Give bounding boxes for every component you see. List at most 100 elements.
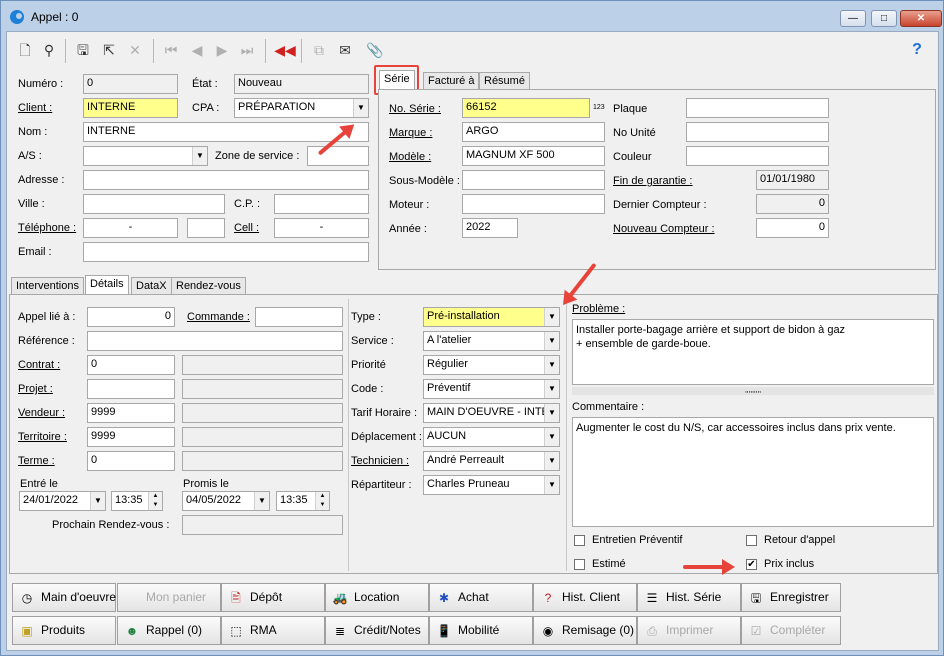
type-select[interactable]: Pré-installation ▼	[423, 307, 560, 327]
modele-label[interactable]: Modèle :	[389, 151, 431, 163]
technicien-select[interactable]: André Perreault ▼	[423, 451, 560, 471]
terme-label[interactable]: Terme :	[18, 455, 55, 467]
chevron-down-icon[interactable]: ▼	[544, 428, 559, 446]
promis-le-time[interactable]: 13:35 ▲ ▼	[276, 491, 330, 511]
service-select[interactable]: A l'atelier ▼	[423, 331, 560, 351]
paperclip-icon[interactable]: 📎	[363, 37, 387, 65]
client-label[interactable]: Client :	[18, 102, 52, 114]
chevron-down-icon[interactable]: ▼	[544, 308, 559, 326]
last-record-icon[interactable]: ⏭	[235, 37, 259, 65]
help-icon[interactable]: ?	[905, 37, 929, 65]
modele-field[interactable]: MAGNUM XF 500	[462, 146, 605, 166]
plaque-field[interactable]	[686, 98, 829, 118]
close-button[interactable]: ✕	[900, 10, 942, 27]
technicien-label[interactable]: Technicien :	[351, 455, 409, 467]
tarif-select[interactable]: MAIN D'OEUVRE - INTE ▼	[423, 403, 560, 423]
estime-checkbox[interactable]	[574, 559, 585, 570]
projet-field[interactable]	[87, 379, 175, 399]
location-button[interactable]: 🚜 Location	[325, 583, 429, 612]
maximize-button[interactable]: □	[871, 10, 897, 27]
first-record-icon[interactable]: ⏮	[159, 37, 183, 65]
chevron-down-icon[interactable]: ▼	[192, 147, 207, 165]
telephone-field[interactable]: -	[83, 218, 178, 238]
moteur-field[interactable]	[462, 194, 605, 214]
chevron-down-icon[interactable]: ▼	[544, 380, 559, 398]
repartiteur-select[interactable]: Charles Pruneau ▼	[423, 475, 560, 495]
territoire-field[interactable]: 9999	[87, 427, 175, 447]
tab-details[interactable]: Détails	[85, 275, 129, 295]
tab-interventions[interactable]: Interventions	[11, 277, 84, 295]
chevron-down-icon[interactable]: ▼	[544, 452, 559, 470]
completer-button[interactable]: ☑ Compléter	[741, 616, 841, 645]
commande-label[interactable]: Commande :	[187, 311, 250, 323]
chevron-down-icon[interactable]: ▼	[254, 492, 269, 510]
appel-lie-field[interactable]: 0	[87, 307, 175, 327]
new-document-icon[interactable]: 🗋	[13, 37, 37, 65]
territoire-label[interactable]: Territoire :	[18, 431, 67, 443]
remisage-button[interactable]: ◉ Remisage (0)	[533, 616, 637, 645]
marque-field[interactable]: ARGO	[462, 122, 605, 142]
zone-field[interactable]	[307, 146, 369, 166]
email-field[interactable]	[83, 242, 369, 262]
priorite-select[interactable]: Régulier ▼	[423, 355, 560, 375]
chevron-down-icon[interactable]: ▼	[353, 99, 368, 117]
produits-button[interactable]: ▣ Produits	[12, 616, 116, 645]
no-serie-field[interactable]: 66152	[462, 98, 590, 118]
promis-le-date[interactable]: 04/05/2022 ▼	[182, 491, 270, 511]
prix-inclus-checkbox[interactable]: ✔	[746, 559, 757, 570]
ville-field[interactable]	[83, 194, 225, 214]
save-icon[interactable]: 🖫	[71, 37, 95, 65]
achat-button[interactable]: ✱ Achat	[429, 583, 533, 612]
depot-button[interactable]: 🖹 Dépôt	[221, 583, 325, 612]
couleur-field[interactable]	[686, 146, 829, 166]
cell-field[interactable]: -	[274, 218, 369, 238]
tab-rendez-vous[interactable]: Rendez-vous	[171, 277, 246, 295]
spinner-icon[interactable]: ▲ ▼	[315, 492, 329, 510]
entre-le-date[interactable]: 24/01/2022 ▼	[19, 491, 106, 511]
credit-notes-button[interactable]: ≣ Crédit/Notes	[325, 616, 429, 645]
chevron-down-icon[interactable]: ▼	[90, 492, 105, 510]
chevron-down-icon[interactable]: ▼	[544, 332, 559, 350]
fin-garantie-label[interactable]: Fin de garantie :	[613, 175, 693, 187]
deplacement-select[interactable]: AUCUN ▼	[423, 427, 560, 447]
nouveau-compteur-label[interactable]: Nouveau Compteur :	[613, 223, 715, 235]
commentaire-textarea[interactable]: Augmenter le cost du N/S, car accessoire…	[572, 417, 934, 527]
cp-field[interactable]	[274, 194, 369, 214]
delete-icon[interactable]: ✕	[123, 37, 147, 65]
previous-record-icon[interactable]: ◀	[185, 37, 209, 65]
cpa-select[interactable]: PRÉPARATION ▼	[234, 98, 369, 118]
next-record-icon[interactable]: ▶	[210, 37, 234, 65]
no-serie-label[interactable]: No. Série :	[389, 103, 441, 115]
export-icon[interactable]: ⇱	[97, 37, 121, 65]
main-oeuvre-button[interactable]: ◷ Main d'oeuvre	[12, 583, 116, 612]
telephone-ext-field[interactable]	[187, 218, 225, 238]
telephone-label[interactable]: Téléphone :	[18, 222, 76, 234]
enregistrer-button[interactable]: 🖫 Enregistrer	[741, 583, 841, 612]
minimize-button[interactable]: —	[840, 10, 866, 27]
rewind-red-icon[interactable]: ◀◀	[273, 37, 297, 65]
splitter-handle[interactable]: ‚‚‚‚‚‚‚‚‚	[572, 386, 934, 395]
adresse-field[interactable]	[83, 170, 369, 190]
rappel-button[interactable]: ☻ Rappel (0)	[117, 616, 221, 645]
probleme-textarea[interactable]: Installer porte-bagage arrière et suppor…	[572, 319, 934, 385]
envelope-icon[interactable]: ✉	[333, 37, 357, 65]
annee-field[interactable]: 2022	[462, 218, 518, 238]
marque-label[interactable]: Marque :	[389, 127, 432, 139]
sous-modele-field[interactable]	[462, 170, 605, 190]
contrat-label[interactable]: Contrat :	[18, 359, 60, 371]
entretien-checkbox[interactable]	[574, 535, 585, 546]
mobilite-button[interactable]: 📱 Mobilité	[429, 616, 533, 645]
code-select[interactable]: Préventif ▼	[423, 379, 560, 399]
rma-button[interactable]: ⬚ RMA	[221, 616, 325, 645]
mon-panier-button[interactable]: Mon panier	[117, 583, 221, 612]
terme-field[interactable]: 0	[87, 451, 175, 471]
spinner-icon[interactable]: ▲ ▼	[148, 492, 162, 510]
tab-facture[interactable]: Facturé à	[423, 72, 480, 90]
hist-serie-button[interactable]: ☰ Hist. Série	[637, 583, 741, 612]
chevron-down-icon[interactable]: ▼	[544, 404, 559, 422]
nom-field[interactable]: INTERNE	[83, 122, 369, 142]
chevron-down-icon[interactable]: ▼	[544, 356, 559, 374]
tab-datax[interactable]: DataX	[131, 277, 172, 295]
cell-label[interactable]: Cell :	[234, 222, 259, 234]
entre-le-time[interactable]: 13:35 ▲ ▼	[111, 491, 163, 511]
